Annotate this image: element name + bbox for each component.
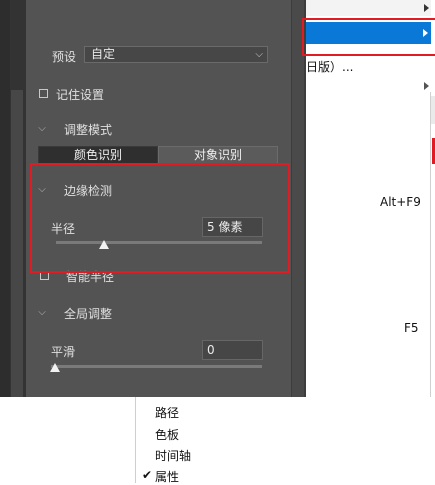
window-menu-list [136,397,435,483]
chevron-down-icon[interactable]: ⌵ [37,307,47,318]
menu-shortcut: Alt+F9 [380,195,421,209]
preset-label: 预设 [52,50,77,64]
smooth-input-value: 0 [207,343,215,357]
menu-item-top[interactable] [306,0,431,16]
remember-settings-label: 记住设置 [56,88,105,102]
left-edge-strip [0,0,10,397]
chevron-down-icon: ⌵ [255,49,263,60]
triangle-right-icon [424,82,429,90]
menu-item-timeline[interactable]: 时间轴 [155,447,191,464]
menu-shortcut: F5 [404,321,419,335]
checkmark-icon: ✔ [142,468,153,482]
left-scrollbar-thumb[interactable] [11,90,23,397]
smooth-input[interactable]: 0 [202,340,263,360]
panel-scrollbar-thumb[interactable] [292,0,304,397]
menu-border [135,397,136,483]
triangle-right-icon [424,4,429,12]
edge-detection-highlight [30,163,290,273]
smooth-slider-handle[interactable] [50,363,60,372]
remember-settings-checkbox[interactable] [39,89,48,98]
chevron-down-icon[interactable]: ⌵ [37,123,47,134]
smooth-label: 平滑 [51,345,76,359]
section-title-global-refinements[interactable]: 全局调整 [64,305,112,322]
submenu-divider [430,92,431,397]
preset-select[interactable]: 自定 ⌵ [84,46,268,63]
preset-select-value: 自定 [91,47,116,61]
menu-item-version[interactable]: 日版）... [306,58,353,75]
menu-item-swatches[interactable]: 色板 [155,426,179,443]
smooth-slider-track[interactable] [51,365,262,368]
menu-item-properties[interactable]: 属性 [155,468,179,485]
menu-item-paths[interactable]: 路径 [155,404,179,421]
section-title-adjust-mode[interactable]: 调整模式 [64,121,112,138]
menu-item-highlight [302,18,435,56]
